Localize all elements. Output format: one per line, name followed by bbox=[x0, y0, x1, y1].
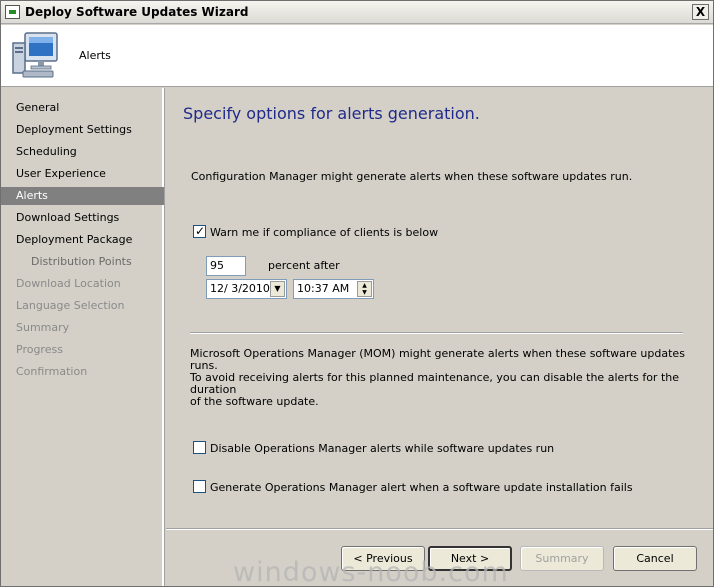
mom-text-line-2: To avoid receiving alerts for this plann… bbox=[190, 371, 680, 396]
window-title: Deploy Software Updates Wizard bbox=[25, 5, 249, 19]
sidebar-item-distribution-points[interactable]: Distribution Points bbox=[1, 253, 164, 271]
main-panel: Specify options for alerts generation. C… bbox=[168, 88, 713, 528]
sidebar-item-deployment-package[interactable]: Deployment Package bbox=[1, 231, 164, 249]
cancel-button[interactable]: Cancel bbox=[613, 546, 697, 571]
watermark: windows-noob.com bbox=[233, 557, 509, 588]
percent-after-label: percent after bbox=[268, 259, 340, 272]
mom-description: Microsoft Operations Manager (MOM) might… bbox=[190, 348, 690, 408]
checkmark-icon: ✓ bbox=[195, 224, 206, 238]
spinner-icon[interactable]: ▲ ▼ bbox=[357, 281, 372, 297]
sidebar-item-general[interactable]: General bbox=[1, 99, 164, 117]
button-bar-divider bbox=[166, 528, 713, 530]
sidebar-item-deployment-settings[interactable]: Deployment Settings bbox=[1, 121, 164, 139]
header-title: Alerts bbox=[79, 49, 111, 62]
sidebar-item-alerts[interactable]: Alerts bbox=[1, 187, 164, 205]
mom-text-line-1: Microsoft Operations Manager (MOM) might… bbox=[190, 347, 685, 372]
close-button[interactable]: X bbox=[692, 4, 709, 20]
sidebar-item-confirmation: Confirmation bbox=[16, 365, 88, 378]
sidebar-item-download-settings[interactable]: Download Settings bbox=[1, 209, 164, 227]
wizard-window: Deploy Software Updates Wizard X Alerts … bbox=[0, 0, 714, 588]
intro-text: Configuration Manager might generate ale… bbox=[191, 170, 633, 183]
warn-compliance-checkbox[interactable]: ✓ bbox=[193, 224, 206, 238]
wizard-header: Alerts bbox=[1, 25, 713, 87]
title-bar[interactable]: Deploy Software Updates Wizard X bbox=[1, 1, 713, 24]
date-picker[interactable]: 12/ 3/2010 ▼ bbox=[206, 279, 287, 299]
chevron-down-icon[interactable]: ▼ bbox=[270, 281, 285, 297]
warn-compliance-label[interactable]: Warn me if compliance of clients is belo… bbox=[210, 226, 438, 239]
sidebar-item-summary: Summary bbox=[16, 321, 70, 334]
computer-icon bbox=[12, 32, 58, 78]
mom-text-line-3: of the software update. bbox=[190, 395, 319, 408]
wizard-app-icon bbox=[5, 5, 20, 19]
percent-input[interactable]: 95 bbox=[206, 256, 246, 276]
generate-om-alert-label[interactable]: Generate Operations Manager alert when a… bbox=[210, 481, 633, 494]
sidebar-item-scheduling[interactable]: Scheduling bbox=[1, 143, 164, 161]
generate-om-alert-checkbox[interactable] bbox=[193, 480, 206, 493]
sidebar-item-user-experience[interactable]: User Experience bbox=[1, 165, 164, 183]
summary-button: Summary bbox=[520, 546, 604, 571]
time-picker[interactable]: 10:37 AM ▲ ▼ bbox=[293, 279, 374, 299]
disable-om-alerts-checkbox[interactable] bbox=[193, 441, 206, 454]
time-value: 10:37 AM bbox=[297, 282, 350, 295]
page-heading: Specify options for alerts generation. bbox=[183, 104, 480, 123]
section-divider bbox=[190, 332, 683, 334]
sidebar-item-download-location: Download Location bbox=[16, 277, 121, 290]
date-value: 12/ 3/2010 bbox=[210, 282, 270, 295]
sidebar-item-progress: Progress bbox=[16, 343, 63, 356]
sidebar-item-language-selection: Language Selection bbox=[16, 299, 125, 312]
wizard-steps-sidebar: General Deployment Settings Scheduling U… bbox=[1, 88, 164, 586]
disable-om-alerts-label[interactable]: Disable Operations Manager alerts while … bbox=[210, 442, 554, 455]
